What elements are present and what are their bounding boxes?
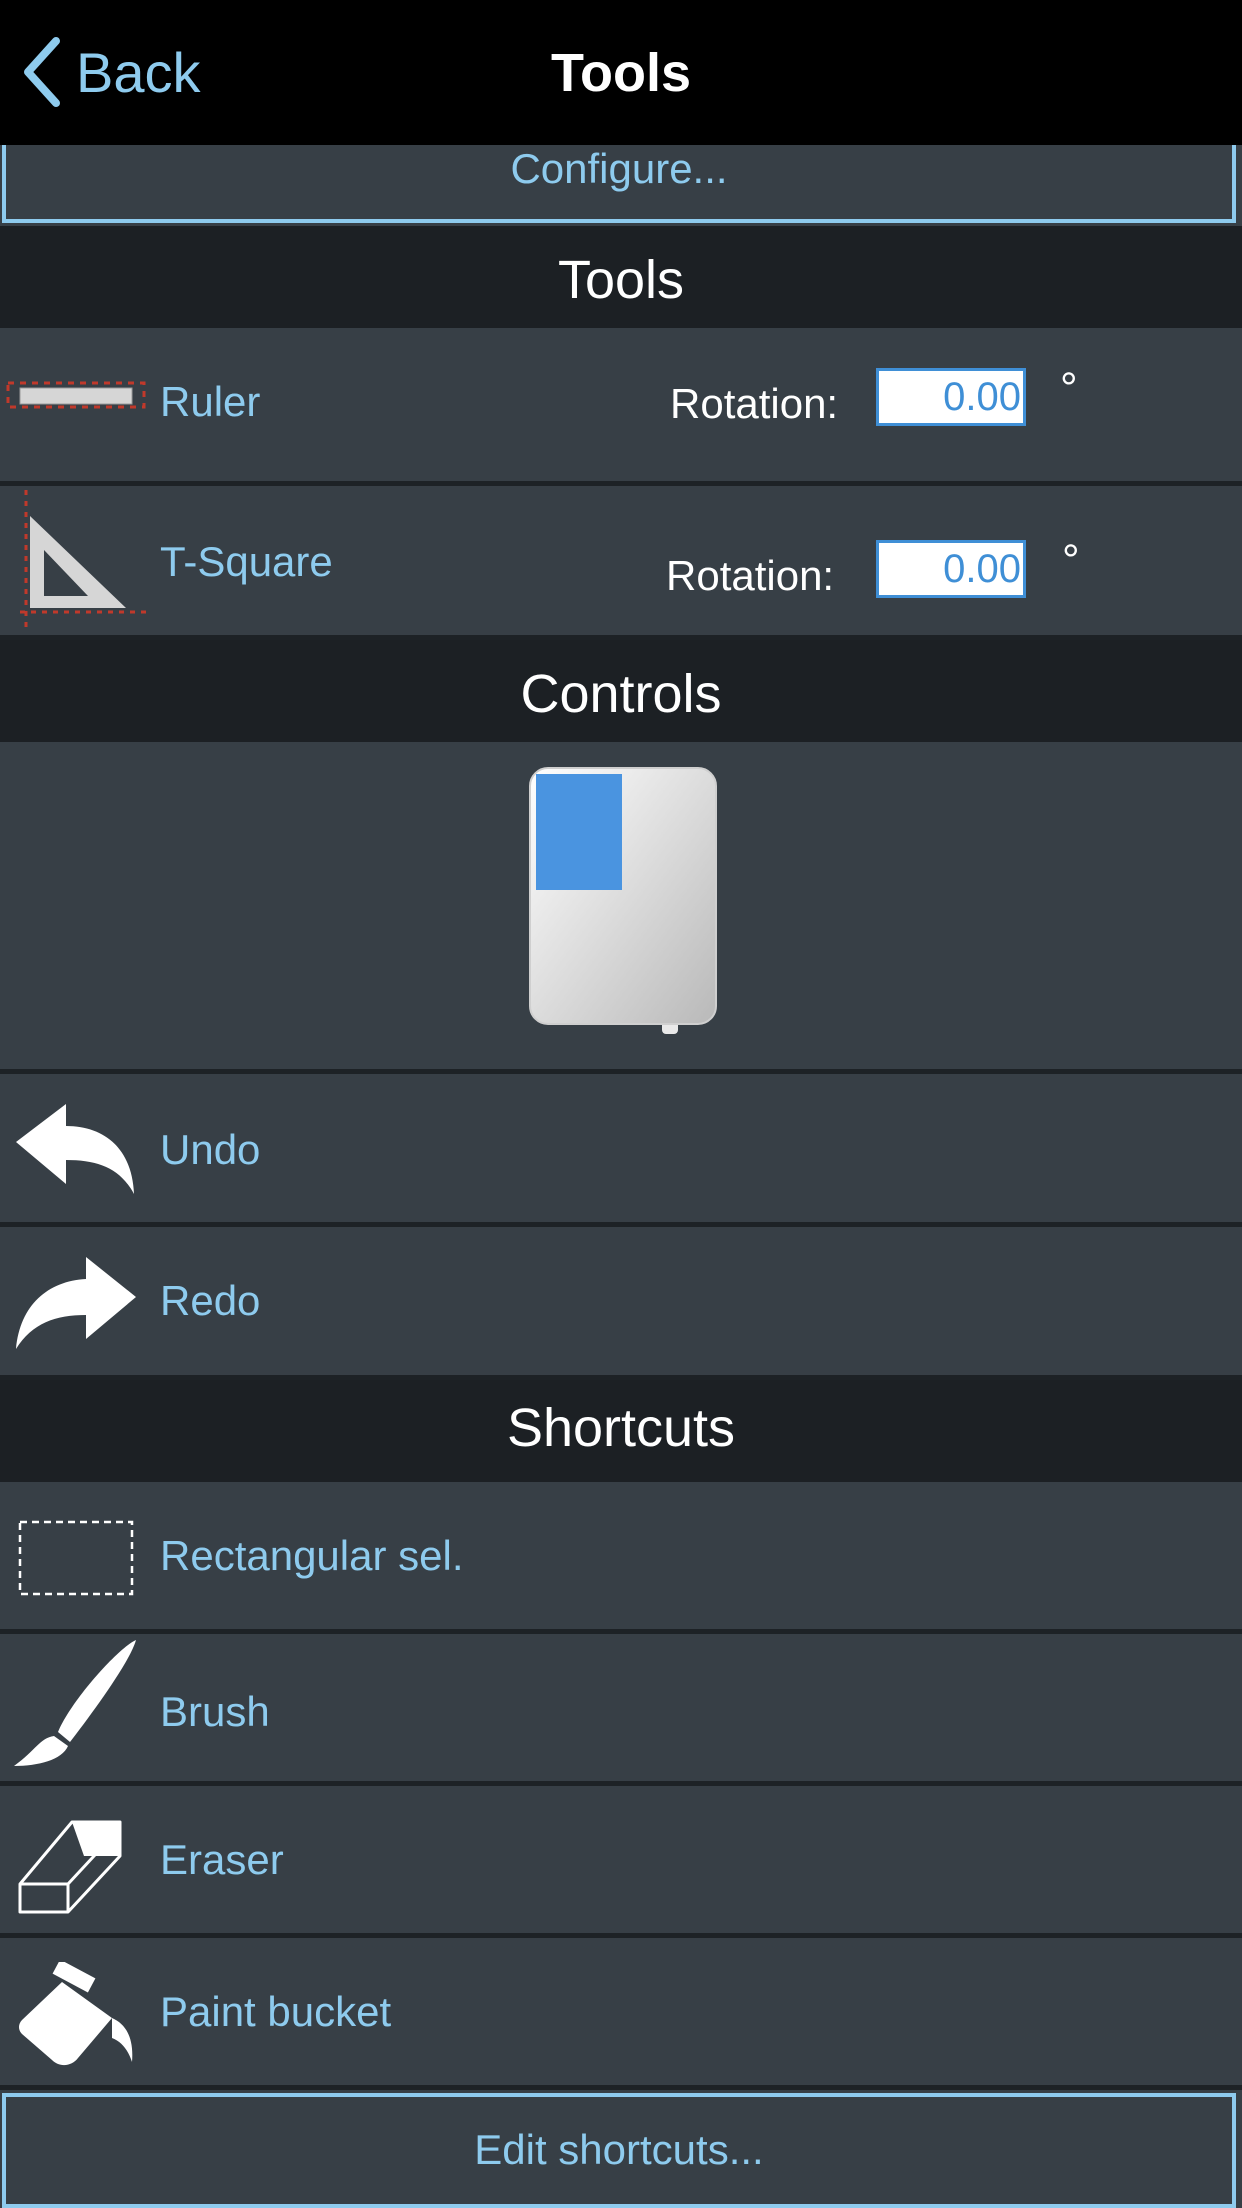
t-square-rotation-input[interactable] [876, 540, 1026, 598]
shortcut-brush[interactable]: Brush [0, 1634, 1242, 1786]
t-square-label: T-Square [160, 538, 333, 585]
section-header-shortcuts: Shortcuts [0, 1380, 1242, 1482]
brush-icon [14, 1640, 136, 1766]
page-title: Tools [551, 43, 691, 103]
t-square-rotation-label: Rotation: [666, 552, 835, 599]
edit-shortcuts-button[interactable]: Edit shortcuts... [2, 2093, 1236, 2208]
tool-row-ruler[interactable]: Ruler Rotation: ° [0, 328, 1242, 486]
undo-icon [16, 1104, 134, 1194]
eraser-icon [18, 1820, 122, 1914]
controls-mouse-row [0, 742, 1242, 1074]
shortcut-rectangular-selection[interactable]: Rectangular sel. [0, 1482, 1242, 1634]
rectangular-selection-icon [18, 1520, 134, 1596]
shortcut-label: Rectangular sel. [160, 1532, 464, 1579]
navigation-bar: Back Tools [0, 0, 1242, 145]
section-header-controls: Controls [0, 640, 1242, 742]
ruler-icon [6, 381, 146, 409]
shortcut-eraser[interactable]: Eraser [0, 1786, 1242, 1938]
ruler-degree-unit: ° [1060, 364, 1078, 413]
configure-label: Configure... [510, 145, 728, 192]
shortcut-label: Eraser [160, 1836, 284, 1883]
paint-bucket-icon [19, 1962, 133, 2066]
redo-label: Redo [160, 1277, 261, 1324]
ruler-label: Ruler [160, 378, 261, 425]
ruler-rotation-label: Rotation: [670, 380, 839, 427]
shortcut-label: Brush [160, 1688, 270, 1735]
redo-icon [16, 1257, 136, 1349]
undo-row[interactable]: Undo [0, 1074, 1242, 1227]
undo-label: Undo [160, 1126, 261, 1173]
configure-button[interactable]: Configure... [2, 145, 1236, 223]
shortcut-paint-bucket[interactable]: Paint bucket [0, 1938, 1242, 2090]
section-header-tools: Tools [0, 226, 1242, 328]
edit-shortcuts-label: Edit shortcuts... [474, 2126, 764, 2173]
ruler-rotation-input[interactable] [876, 368, 1026, 426]
shortcut-label: Paint bucket [160, 1988, 392, 2035]
tool-row-t-square[interactable]: T-Square Rotation: ° [0, 486, 1242, 640]
redo-row[interactable]: Redo [0, 1227, 1242, 1380]
mouse-left-button-icon[interactable] [524, 764, 724, 1054]
t-square-icon [20, 490, 146, 630]
t-square-degree-unit: ° [1062, 536, 1080, 585]
